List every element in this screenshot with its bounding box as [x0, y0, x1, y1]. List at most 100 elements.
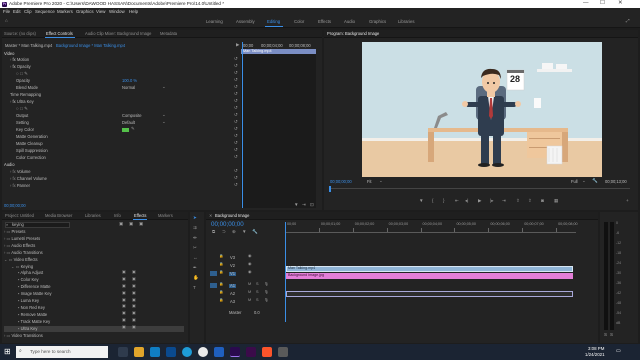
- task-view-icon[interactable]: [118, 347, 128, 357]
- track-lock-icon[interactable]: 🔒: [219, 270, 223, 275]
- tab-project[interactable]: Project: Untitled: [5, 213, 34, 218]
- timeline-timecode[interactable]: 00;00;00;00: [211, 221, 244, 228]
- step-back-icon[interactable]: ◂|: [465, 198, 469, 204]
- reset-parameter-icon[interactable]: ↺: [234, 105, 238, 111]
- track-source-patch[interactable]: [210, 271, 217, 276]
- track-name[interactable]: V3: [229, 255, 236, 260]
- yuv-effects-icon[interactable]: ▣: [139, 221, 143, 227]
- menu-graphics[interactable]: Graphics: [76, 9, 94, 14]
- timeline-close-icon[interactable]: ✕: [209, 213, 212, 218]
- reset-parameter-icon[interactable]: ↺: [234, 91, 238, 97]
- reset-parameter-icon[interactable]: ↺: [234, 112, 238, 118]
- audio-volume-row[interactable]: › fx Volume: [10, 169, 30, 174]
- maximize-button[interactable]: ☐: [600, 0, 605, 7]
- ec-row[interactable]: Spill Suppression: [16, 148, 48, 153]
- audio-panner-row[interactable]: › fx Panner: [10, 183, 30, 188]
- effect-item[interactable]: ▪ Alpha Adjust: [18, 271, 43, 275]
- menu-edit[interactable]: Edit: [13, 9, 21, 14]
- workspace-color[interactable]: Color: [294, 19, 304, 24]
- effect-folder[interactable]: › ▭ Lumetri Presets: [4, 236, 40, 241]
- extract-icon[interactable]: ⇪: [528, 198, 532, 204]
- workspace-graphics[interactable]: Graphics: [369, 19, 386, 24]
- menu-sequence[interactable]: Sequence: [35, 9, 55, 14]
- effect-folder[interactable]: › ▭ Audio Transitions: [4, 250, 43, 255]
- menu-help[interactable]: Help: [129, 9, 138, 14]
- solo-left-icon[interactable]: S: [604, 332, 607, 338]
- mute-track-icon[interactable]: M: [248, 282, 251, 287]
- windows-start-icon[interactable]: ⊞: [4, 348, 11, 356]
- track-name[interactable]: A3: [229, 299, 236, 304]
- effect-item[interactable]: ▪ Track Matte Key: [18, 319, 50, 324]
- ec-row[interactable]: ○ □ ✎: [16, 106, 28, 112]
- key-color-swatch[interactable]: [122, 128, 129, 132]
- clip-man-talking[interactable]: [286, 266, 573, 272]
- workspace-assembly[interactable]: Assembly: [236, 19, 255, 24]
- reset-parameter-icon[interactable]: ↺: [234, 147, 238, 153]
- ec-row[interactable]: › fx Motion: [10, 57, 29, 62]
- after-effects-icon[interactable]: [246, 347, 256, 357]
- button-editor-icon[interactable]: +: [626, 198, 629, 204]
- media-player-icon[interactable]: [278, 347, 288, 357]
- program-timecode[interactable]: 00;00;00;00: [330, 179, 352, 184]
- ec-row[interactable]: Color Correction: [16, 155, 46, 160]
- tab-audio-clip-mixer[interactable]: Audio Clip Mixer: Background Image: [85, 31, 151, 36]
- reset-parameter-icon[interactable]: ↺: [234, 154, 238, 160]
- track-source-patch[interactable]: [210, 283, 217, 288]
- close-button[interactable]: ✕: [618, 0, 623, 7]
- hand-tool-icon[interactable]: ✋: [193, 275, 199, 281]
- reset-parameter-icon[interactable]: ↺: [234, 126, 238, 132]
- accelerated-effects-icon[interactable]: ▣: [119, 221, 123, 227]
- dropdown-chevron-icon[interactable]: ⌄: [162, 112, 166, 118]
- ec-row[interactable]: Blend Mode: [16, 85, 38, 90]
- solo-track-icon[interactable]: S: [256, 298, 259, 303]
- add-marker-timeline-icon[interactable]: ▼: [242, 229, 247, 235]
- ec-row-dropdown[interactable]: Composite: [122, 113, 142, 118]
- ec-row[interactable]: Matte Generation: [16, 134, 48, 139]
- mark-in-icon[interactable]: {: [432, 198, 434, 204]
- program-monitor-title[interactable]: Program: Background Image: [327, 31, 379, 36]
- snap-icon[interactable]: ⊃: [222, 229, 226, 235]
- fit-chevron-icon[interactable]: ⌄: [379, 178, 383, 184]
- ec-row[interactable]: Key Color: [16, 127, 34, 132]
- track-select-tool-icon[interactable]: ⇉: [193, 225, 197, 231]
- minimize-button[interactable]: —: [583, 0, 589, 7]
- timeline-sequence-tab[interactable]: Background Image: [215, 213, 249, 218]
- add-marker-icon[interactable]: ▼: [419, 198, 424, 204]
- ec-filter-icon[interactable]: ▼: [294, 202, 299, 208]
- ec-row[interactable]: › fx Opacity: [10, 64, 31, 69]
- reset-volume-icon[interactable]: ↺: [234, 168, 238, 174]
- mute-track-icon[interactable]: M: [248, 298, 251, 303]
- workspace-audio[interactable]: Audio: [344, 19, 355, 24]
- mail-icon[interactable]: [166, 347, 176, 357]
- tab-effects[interactable]: Effects: [134, 213, 146, 218]
- reset-parameter-icon[interactable]: ↺: [234, 119, 238, 125]
- ec-playhead[interactable]: [242, 42, 243, 208]
- menu-markers[interactable]: Markers: [57, 9, 73, 14]
- toggle-output-eye-icon[interactable]: ◉: [248, 254, 251, 259]
- linked-selection-icon[interactable]: ⊕: [232, 229, 236, 235]
- go-to-out-icon[interactable]: ⇥: [502, 198, 506, 204]
- mark-out-icon[interactable]: }: [443, 198, 445, 204]
- ec-row[interactable]: Time Remapping: [10, 92, 41, 97]
- ec-row[interactable]: Matte Cleanup: [16, 141, 43, 146]
- insert-nest-icon[interactable]: ⧉: [212, 229, 215, 235]
- tab-markers[interactable]: Markers: [158, 213, 173, 218]
- track-lock-icon[interactable]: 🔒: [219, 262, 223, 267]
- track-name[interactable]: V2: [229, 263, 236, 268]
- ec-bottom-timecode[interactable]: 00;00;00;00: [4, 203, 26, 208]
- dropdown-chevron-icon[interactable]: ⌄: [162, 84, 166, 90]
- track-source-patch[interactable]: [210, 263, 217, 268]
- reset-channel-volume-icon[interactable]: ↺: [234, 175, 238, 181]
- effect-folder[interactable]: ⌄ ▭ Keying: [11, 264, 33, 269]
- ec-export-icon[interactable]: ⇥: [302, 202, 306, 208]
- quick-export-icon[interactable]: ⤢: [626, 18, 630, 24]
- program-playhead[interactable]: [329, 186, 331, 192]
- voice-over-mic-icon[interactable]: 🎙: [264, 290, 269, 295]
- lift-icon[interactable]: ⇧: [516, 198, 520, 204]
- reset-parameter-icon[interactable]: ↺: [234, 133, 238, 139]
- menu-window[interactable]: Window: [109, 9, 125, 14]
- effect-item[interactable]: ▪ Color Key: [18, 278, 39, 282]
- track-source-patch[interactable]: [210, 255, 217, 260]
- program-fit-select[interactable]: Fit: [367, 179, 372, 184]
- reset-parameter-icon[interactable]: ↺: [234, 56, 238, 62]
